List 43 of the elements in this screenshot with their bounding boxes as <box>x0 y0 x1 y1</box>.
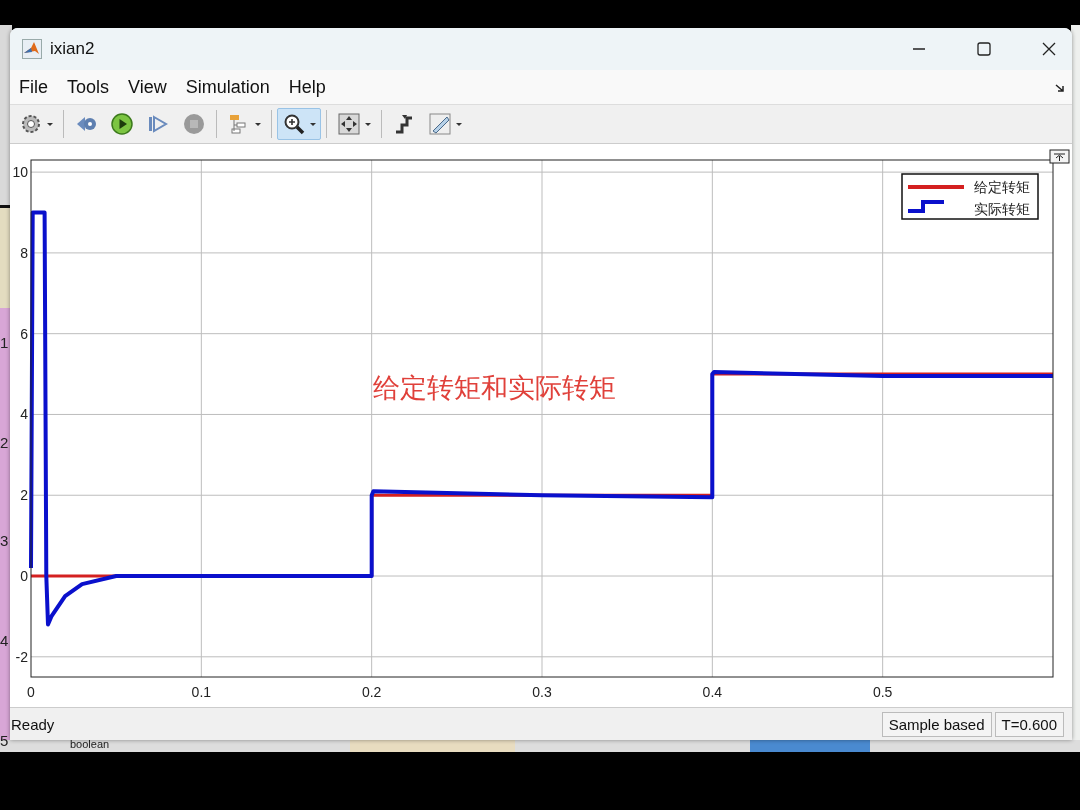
diagram-label: 4 <box>0 633 9 649</box>
app-icon <box>22 39 42 59</box>
diagram-label: 5 <box>0 733 9 749</box>
gear-icon <box>19 112 43 136</box>
diagram-label: 1 <box>0 335 9 351</box>
y-tick-label: -2 <box>15 648 28 665</box>
y-tick-label: 2 <box>20 487 28 504</box>
status-time: T=0.600 <box>994 711 1064 737</box>
y-tick-label: 8 <box>20 244 28 261</box>
legend-label: 实际转矩 <box>974 201 1030 217</box>
x-tick-label: 0.3 <box>532 684 552 700</box>
undock-icon[interactable] <box>1049 149 1070 164</box>
dock-arrow-icon[interactable] <box>1054 82 1066 94</box>
y-tick-label: 4 <box>20 406 28 423</box>
zoom-button[interactable] <box>277 108 321 140</box>
legend-item: 给定转矩 <box>908 179 1030 195</box>
legend-label: 给定转矩 <box>974 179 1030 195</box>
menu-item[interactable]: File <box>19 76 48 98</box>
diagram-label: 3 <box>0 533 9 549</box>
zoom-in-icon <box>282 112 306 136</box>
ruler-icon <box>428 112 452 136</box>
x-tick-label: 0.1 <box>191 684 212 700</box>
stop-icon <box>182 112 206 136</box>
legend-item: 实际转矩 <box>908 200 1030 217</box>
y-tick-label: 10 <box>12 164 28 181</box>
status-message: Ready <box>10 715 55 733</box>
y-tick-label: 6 <box>20 325 28 342</box>
x-tick-label: 0.5 <box>872 684 893 700</box>
play-icon <box>110 112 134 136</box>
x-tick-label: 0 <box>27 684 35 700</box>
y-tick-label: 0 <box>20 568 28 584</box>
menu-item[interactable]: View <box>128 76 167 98</box>
menu-item[interactable]: Tools <box>67 76 110 98</box>
x-tick-label: 0.4 <box>702 684 723 700</box>
chart-caption: 给定转矩和实际转矩 <box>373 372 616 405</box>
menu-item[interactable]: Help <box>288 76 326 98</box>
status-mode: Sample based <box>881 711 992 737</box>
diagram-label: boolean <box>70 739 110 750</box>
window-title: ixian2 <box>50 39 95 59</box>
diagram-label: 2 <box>0 435 9 451</box>
fit-to-view-icon <box>337 112 361 136</box>
x-tick-label: 0.2 <box>361 684 382 700</box>
menu-item[interactable]: Simulation <box>185 76 270 98</box>
